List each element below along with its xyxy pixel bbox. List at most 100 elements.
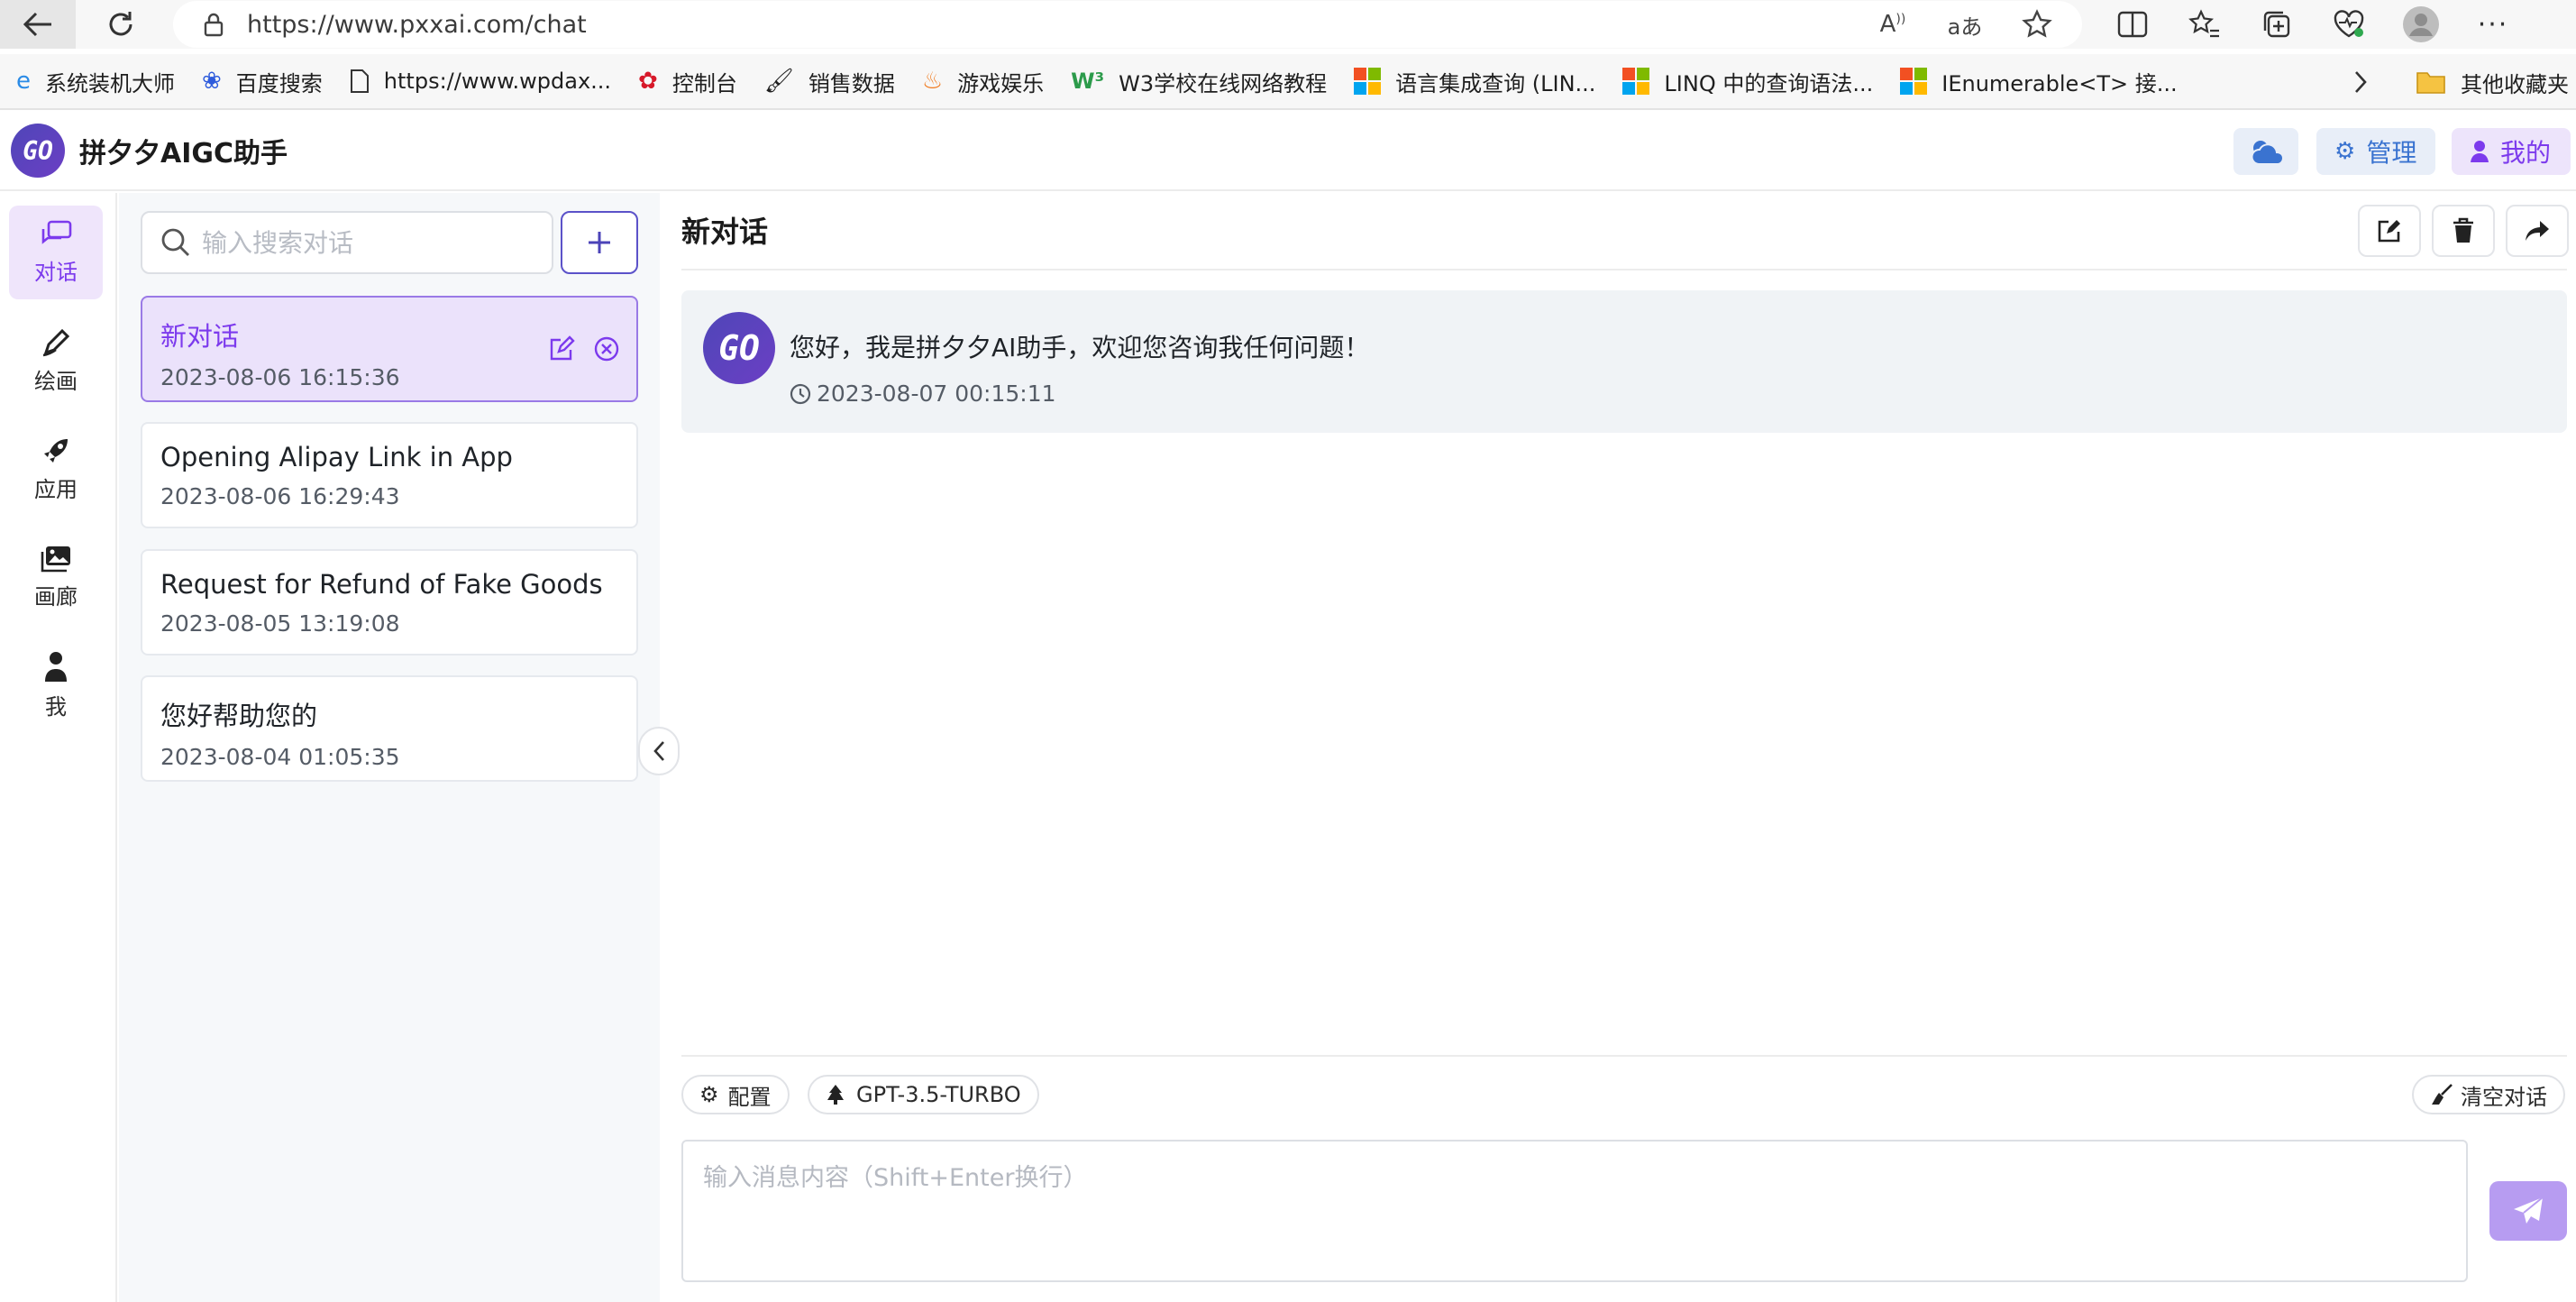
delete-conversation-button[interactable] [593,335,620,362]
edit-conversation-button[interactable] [548,335,575,362]
conversation-item[interactable]: Request for Refund of Fake Goods 2023-08… [141,549,638,656]
share-chat-button[interactable] [2506,205,2569,257]
huawei-icon: ✿ [638,68,658,95]
ellipsis-icon: ··· [2477,8,2509,41]
model-select-button[interactable]: GPT-3.5-TURBO [808,1075,1039,1114]
bookmark-label: LINQ 中的查询语法... [1664,70,1874,96]
bookmark-label: 系统装机大师 [45,70,175,96]
new-chat-button[interactable] [561,211,638,274]
conversation-item[interactable]: 您好帮助您的 2023-08-04 01:05:35 [141,675,638,782]
split-screen-button[interactable] [2096,0,2169,49]
divider [681,269,2567,270]
conversation-title: Request for Refund of Fake Goods [160,569,603,600]
tree-icon [827,1085,844,1105]
rocket-icon [44,438,68,463]
bookmark-item[interactable]: https://www.wpdax... [350,53,611,109]
rail-item-gallery[interactable]: 画廊 [9,530,103,624]
bookmark-item[interactable]: W³ W3学校在线网络教程 [1071,53,1327,109]
rail-item-chat[interactable]: 对话 [9,206,103,299]
back-button[interactable] [0,0,76,49]
rail-item-draw[interactable]: 绘画 [9,314,103,408]
favorite-button[interactable] [2001,0,2073,49]
send-button[interactable] [2489,1181,2567,1241]
rename-chat-button[interactable] [2358,205,2421,257]
address-bar[interactable]: https://www.pxxai.com/chat A)) aあ [173,1,2082,48]
bookmark-label: https://www.wpdax... [383,69,612,94]
profile-button[interactable] [2385,0,2457,49]
browser-toolbar: https://www.pxxai.com/chat A)) aあ ··· [0,0,2576,49]
collapse-sidebar-button[interactable] [638,727,680,775]
more-menu-button[interactable]: ··· [2457,0,2529,49]
bookmark-label: W3学校在线网络教程 [1119,70,1328,96]
search-box[interactable] [141,211,553,274]
read-aloud-icon: A)) [1879,11,1906,38]
rail-label: 我 [45,693,67,720]
profile-avatar-icon [2403,6,2439,42]
translate-icon: aあ [1947,14,1983,40]
clock-icon [790,383,811,404]
split-screen-icon [2117,11,2148,38]
edge-icon: e [16,68,31,95]
my-account-button[interactable]: 我的 [2452,128,2571,175]
browser-essentials-button[interactable] [2313,0,2385,49]
microsoft-icon [1900,68,1928,95]
conversation-item[interactable]: 新对话 2023-08-06 16:15:36 [141,296,638,402]
star-icon [2022,9,2052,38]
delete-chat-button[interactable] [2432,205,2495,257]
bookmark-item[interactable]: IEnumerable<T> 接... [1900,53,2178,109]
bookmarks-overflow-button[interactable] [2352,54,2369,110]
conversation-date: 2023-08-05 13:19:08 [160,610,400,637]
rail-item-apps[interactable]: 应用 [9,422,103,516]
gear-icon: ⚙ [699,1082,719,1107]
flame-icon: ♨ [921,68,944,95]
clear-chat-button[interactable]: 清空对话 [2412,1075,2565,1114]
edit-icon [2378,220,2400,243]
app-logo: GO [11,124,65,178]
theme-toggle-button[interactable] [2233,128,2298,175]
bookmark-label: 语言集成查询 (LIN... [1395,70,1596,96]
conversation-actions [548,335,620,362]
send-icon [2514,1197,2544,1224]
rail-label: 绘画 [34,368,78,394]
favorites-button[interactable] [2169,0,2241,49]
bookmark-item[interactable]: 🖌 销售数据 [764,53,895,109]
user-icon [45,651,67,682]
bookmark-item[interactable]: ✿ 控制台 [638,53,737,109]
plus-icon [589,232,610,253]
rail-item-me[interactable]: 我 [9,638,103,732]
read-aloud-button[interactable]: A)) [1857,0,1929,49]
arrow-left-icon [23,12,51,37]
config-button[interactable]: ⚙ 配置 [681,1075,790,1114]
admin-button[interactable]: ⚙ 管理 [2316,128,2435,175]
w3-icon: W³ [1071,69,1105,94]
app-title: 拼夕夕AIGC助手 [79,138,288,170]
user-icon [2471,141,2489,162]
message-input[interactable] [681,1140,2468,1282]
conversation-item[interactable]: Opening Alipay Link in App 2023-08-06 16… [141,422,638,528]
url-text: https://www.pxxai.com/chat [247,10,587,39]
clear-label: 清空对话 [2461,1084,2547,1110]
bookmark-item[interactable]: e 系统装机大师 [16,53,175,109]
bookmark-label: 销售数据 [808,70,895,96]
bookmark-item[interactable]: LINQ 中的查询语法... [1622,53,1873,109]
bookmarks-bar: e 系统装机大师 ❀ 百度搜索 https://www.wpdax... ✿ 控制台 … [0,54,2576,110]
search-input[interactable] [200,226,546,259]
refresh-button[interactable] [83,0,159,49]
assistant-avatar: GO [703,312,775,384]
collections-button[interactable] [2241,0,2313,49]
model-label: GPT-3.5-TURBO [856,1082,1021,1107]
bookmark-item[interactable]: 语言集成查询 (LIN... [1354,53,1595,109]
chevron-right-icon [2355,71,2367,93]
other-bookmarks-folder[interactable]: 其他收藏夹 [2416,54,2569,110]
translate-button[interactable]: aあ [1929,0,2001,49]
mine-label: 我的 [2500,138,2552,168]
conversation-date: 2023-08-04 01:05:35 [160,744,400,770]
bookmark-item[interactable]: ♨ 游戏娱乐 [922,53,1044,109]
gallery-icon [41,546,70,572]
config-label: 配置 [727,1084,772,1110]
bookmark-item[interactable]: ❀ 百度搜索 [202,53,323,109]
chat-title: 新对话 [681,215,769,249]
conversation-date: 2023-08-06 16:15:36 [160,364,400,390]
rail-label: 应用 [34,476,78,502]
favorites-list-icon [2188,9,2219,38]
